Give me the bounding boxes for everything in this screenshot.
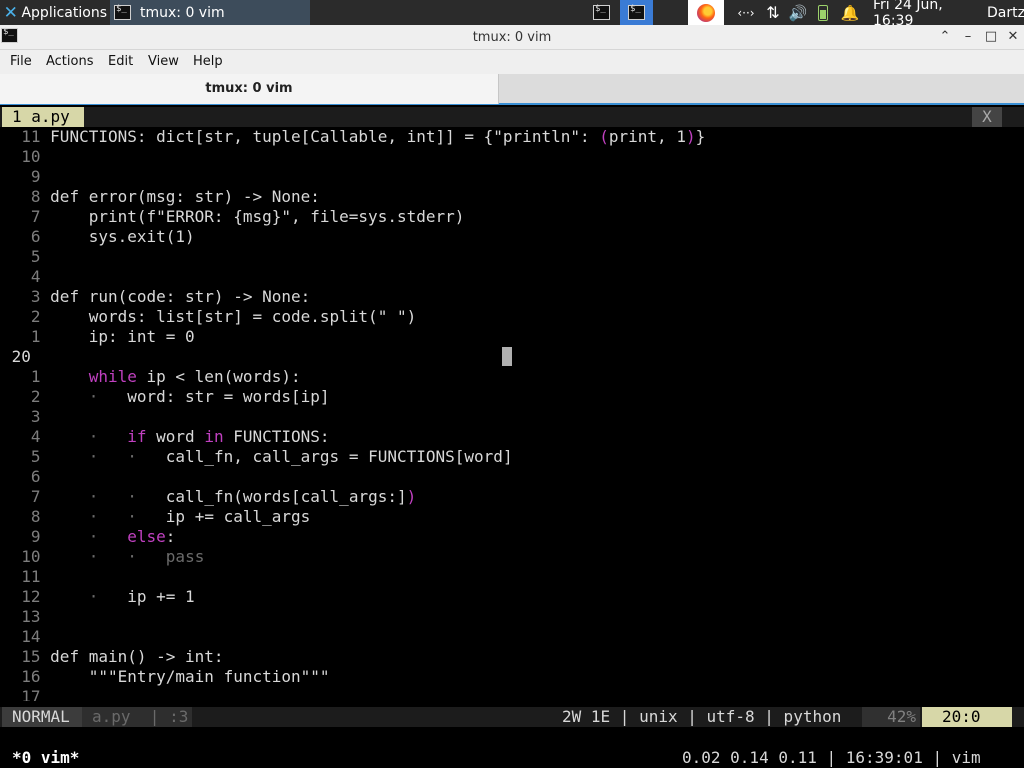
code-line: 6 sys.exit(1) [2, 227, 195, 246]
code-line: 17 [2, 687, 41, 701]
terminal-icon [593, 4, 610, 20]
vim-mode-indicator: NORMAL [2, 707, 82, 727]
roll-up-button[interactable]: ⌃ [936, 28, 954, 46]
window-title: tmux: 0 vim [472, 30, 552, 45]
code-line: 9 [2, 167, 41, 186]
menubar: File Actions Edit View Help [0, 50, 1024, 74]
code-line: 3 [2, 407, 41, 426]
code-line: 5 · · call_fn, call_args = FUNCTIONS[wor… [2, 447, 513, 466]
vim-scroll-percent: 42% [862, 707, 920, 727]
code-line: 10 [2, 147, 41, 166]
terminal-tab-bar: tmux: 0 vim [0, 74, 1024, 105]
taskbar-window-label: tmux: 0 vim [140, 4, 225, 21]
workspace-1-button[interactable] [589, 0, 614, 25]
close-window-button[interactable]: ✕ [1004, 28, 1022, 46]
firefox-icon [697, 3, 715, 22]
network-icon[interactable]: ‹··› [735, 0, 757, 25]
code-line: 2 words: list[str] = code.split(" ") [2, 307, 417, 326]
code-line: 7 · · call_fn(words[call_args:]) [2, 487, 417, 506]
firefox-launcher-button[interactable] [688, 0, 724, 25]
code-line: 1 ip: int = 0 [2, 327, 195, 346]
panel-clock[interactable]: Fri 24 Jun, 16:39 [873, 0, 979, 29]
code-line: 11 FUNCTIONS: dict[str, tuple[Callable, … [2, 127, 706, 146]
user-menu-button[interactable]: Dartz [987, 0, 1024, 25]
code-line: 5 [2, 247, 41, 266]
maximize-button[interactable]: □ [982, 28, 1000, 46]
code-line: 3 def run(code: str) -> None: [2, 287, 311, 306]
code-line: 2 · word: str = words[ip] [2, 387, 330, 406]
code-line: 10 · · pass [2, 547, 205, 566]
code-line: 7 print(f"ERROR: {msg}", file=sys.stderr… [2, 207, 465, 226]
transfer-icon[interactable]: ⇅ [762, 0, 784, 25]
vim-file-info: 2W 1E | unix | utf-8 | python [562, 707, 842, 726]
code-line: 8 · · ip += call_args [2, 507, 311, 526]
workspace-2-button[interactable] [620, 0, 653, 25]
code-line: 11 [2, 567, 41, 586]
tmux-status-bar: *0 vim* 0.02 0.14 0.11 | 16:39:01 | vim [0, 747, 1024, 768]
code-line: 12 · ip += 1 [2, 587, 195, 606]
code-line: 4 [2, 267, 41, 286]
terminal-icon [114, 4, 131, 20]
code-line: 16 """Entry/main function""" [2, 667, 330, 686]
vim-buffer-close-button[interactable]: X [972, 107, 1002, 127]
code-line: 14 [2, 627, 41, 646]
menu-help[interactable]: Help [193, 54, 223, 69]
minimize-button[interactable]: – [959, 28, 977, 46]
xfce-logo-icon: ✕ [3, 2, 18, 23]
tmux-status-right: 0.02 0.14 0.11 | 16:39:01 | vim [682, 748, 981, 767]
code-line: 9 · else: [2, 527, 176, 546]
code-line: 13 [2, 607, 41, 626]
notification-bell-icon[interactable]: 🔔 [841, 0, 860, 25]
window-titlebar[interactable]: tmux: 0 vim ⌃ – □ ✕ [0, 25, 1024, 50]
text-cursor [502, 347, 512, 366]
code-line-current: 20 [2, 347, 31, 366]
battery-icon[interactable] [816, 0, 830, 25]
terminal-icon [628, 4, 645, 20]
terminal-tab[interactable]: tmux: 0 vim [0, 74, 499, 104]
vim-file-indicator: a.py | :3 [82, 707, 192, 727]
terminal-area[interactable]: 1 a.py X 11 FUNCTIONS: dict[str, tuple[C… [0, 107, 1024, 768]
code-line: 15 def main() -> int: [2, 647, 224, 666]
code-line: 1 while ip < len(words): [2, 367, 301, 386]
applications-label: Applications [21, 4, 107, 21]
vim-statusline: NORMAL a.py | :3 2W 1E | unix | utf-8 | … [0, 707, 1024, 727]
taskbar-window-button[interactable]: tmux: 0 vim [110, 0, 310, 25]
top-panel: ✕ Applications tmux: 0 vim ‹··› ⇅ 🔊 🔔 Fr… [0, 0, 1024, 29]
vim-buffer-tab[interactable]: 1 a.py [2, 107, 84, 127]
code-line: 6 [2, 467, 41, 486]
volume-icon[interactable]: 🔊 [788, 0, 808, 25]
menu-file[interactable]: File [10, 54, 32, 69]
applications-menu-button[interactable]: ✕ Applications [0, 0, 107, 25]
vim-buffer-line: 1 a.py X [0, 107, 1024, 127]
menu-actions[interactable]: Actions [46, 54, 94, 69]
tmux-window-indicator[interactable]: *0 vim* [12, 747, 79, 768]
vim-cursor-position: 20:0 [922, 707, 1012, 727]
code-line: 8 def error(msg: str) -> None: [2, 187, 320, 206]
menu-view[interactable]: View [148, 54, 179, 69]
menu-edit[interactable]: Edit [108, 54, 133, 69]
code-line: 4 · if word in FUNCTIONS: [2, 427, 330, 446]
